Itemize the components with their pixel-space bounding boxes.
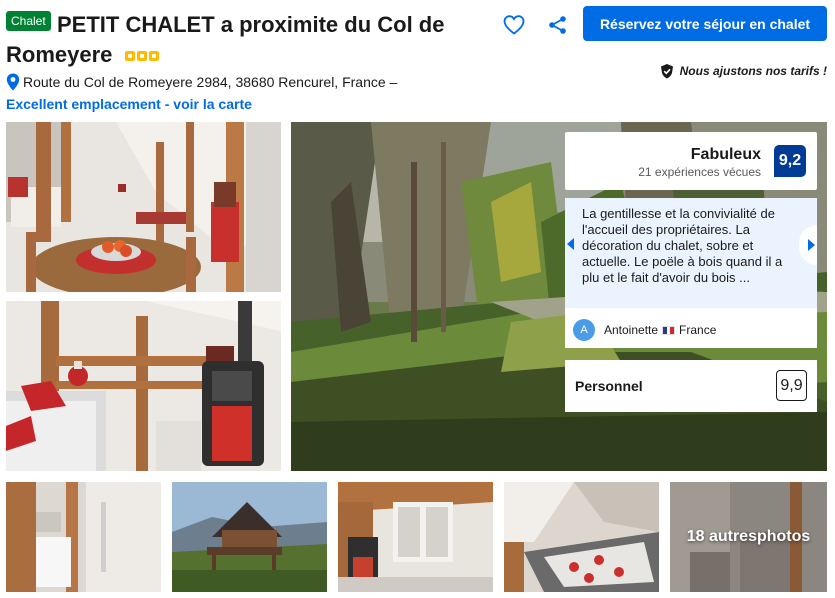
reviews-count: 21 expériences vécues [638,165,761,179]
photo-bathroom [6,482,161,592]
share-button[interactable] [547,14,569,36]
more-photos-label: 18 autres photos [686,528,811,545]
gallery-thumbnail[interactable] [504,482,659,592]
property-type-badge: Chalet [6,11,51,31]
gallery-thumbnail[interactable] [6,482,161,592]
photo-stove [6,301,281,471]
previous-review-arrow[interactable] [567,238,574,250]
gallery-photo[interactable] [6,301,281,471]
map-link[interactable]: Excellent emplacement - voir la carte [6,96,252,112]
star-rating [124,51,159,62]
reviewer-info: Antoinette France [604,323,716,337]
staff-rating-label: Personnel [575,378,643,394]
gallery-more-photos[interactable]: 18 autres photos [670,482,827,592]
property-title: PETIT CHALET a proximite du Col de [57,12,445,37]
review-card[interactable]: La gentillesse et la convivialité de l'a… [565,198,817,348]
property-title-continued: Romeyere [6,42,113,67]
reviewer-name: Antoinette [604,323,659,337]
map-pin-icon [6,73,20,91]
photo-living-room [6,122,281,292]
star-icon [148,51,159,62]
price-match-notice[interactable]: Nous ajustons nos tarifs ! [659,63,827,79]
star-icon [124,51,135,62]
share-icon [549,16,566,34]
property-title-line2: Romeyere [6,40,159,69]
gallery-photo[interactable] [6,122,281,292]
reviewer-country: France [679,323,717,337]
staff-rating-score: 9,9 [776,370,807,401]
favorite-button[interactable] [502,13,526,37]
price-match-text: Nous ajustons nos tarifs ! [679,64,827,78]
rating-card[interactable]: Fabuleux 21 expériences vécues 9,2 [565,132,817,190]
heart-icon [503,15,525,35]
review-text: La gentillesse et la convivialité de l'a… [582,206,783,285]
france-flag-icon [662,325,676,335]
photo-stove-window [338,482,493,592]
staff-rating-card[interactable]: Personnel 9,9 [565,360,817,412]
rating-score: 9,2 [774,145,806,177]
photo-chalet-exterior [172,482,327,592]
photo-bedroom [504,482,659,592]
address: Route du Col de Romeyere 2984, 38680 Ren… [6,73,397,91]
address-text: Route du Col de Romeyere 2984, 38680 Ren… [23,74,398,90]
rating-label: Fabuleux [690,146,761,163]
gallery-thumbnail[interactable] [338,482,493,592]
gallery-thumbnail[interactable] [172,482,327,592]
next-review-arrow[interactable] [808,239,815,251]
star-icon [136,51,147,62]
shield-check-icon [660,64,673,79]
avatar: A [573,319,595,341]
reserve-button[interactable]: Réservez votre séjour en chalet [583,6,827,41]
